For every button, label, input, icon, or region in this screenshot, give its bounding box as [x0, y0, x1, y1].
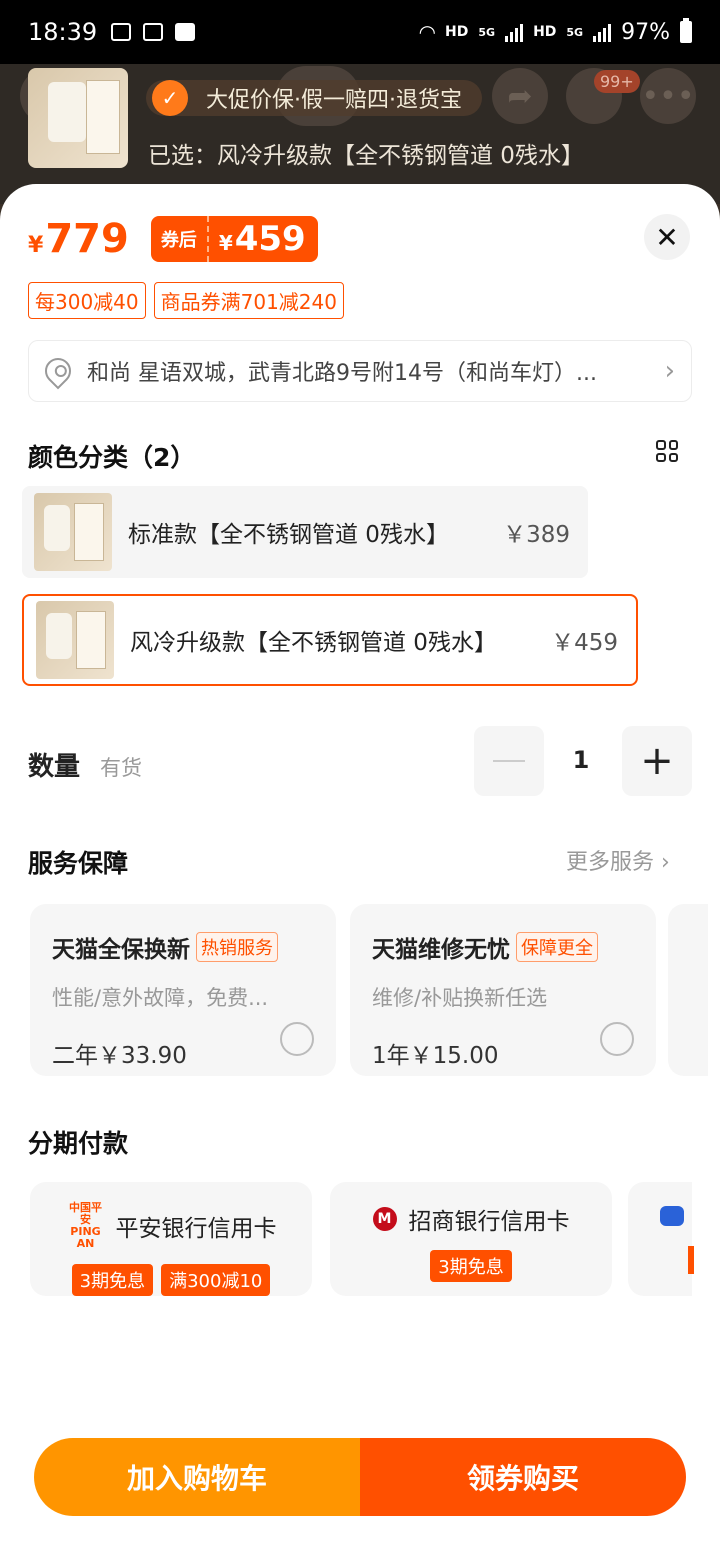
chevron-right-icon: ›: [661, 850, 670, 875]
installment-card-peek[interactable]: [628, 1182, 694, 1296]
promo-bar: ✓ 大促价保·假一赔四·退货宝: [146, 80, 482, 116]
minus-icon: [493, 760, 525, 762]
installment-tag: 3期免息: [430, 1250, 512, 1282]
check-icon: [175, 23, 196, 41]
bank-name: 招商银行信用卡: [408, 1209, 570, 1235]
signal-icon-2: [593, 22, 612, 42]
product-image-kettle: [48, 82, 86, 142]
service-radio[interactable]: [280, 1022, 314, 1056]
selected-product-thumbnail: [28, 68, 128, 168]
variant-option-cooling-upgrade[interactable]: 风冷升级款【全不锈钢管道 0残水】 ￥459: [22, 594, 638, 686]
quantity-label: 数量: [28, 752, 81, 782]
color-category-title: 颜色分类（2）: [28, 443, 196, 472]
service-tag: 保障更全: [516, 932, 598, 962]
service-card-peek[interactable]: [668, 904, 708, 1076]
after-coupon-price-value: 459: [234, 219, 306, 259]
after-coupon-label: 券后: [151, 216, 209, 262]
product-image-card: [86, 80, 120, 154]
more-button[interactable]: •••: [640, 68, 696, 124]
bottom-action-bar: 加入购物车 领券购买: [34, 1438, 686, 1516]
installment-tag-peek: [688, 1246, 694, 1274]
quantity-value: 1: [572, 746, 590, 774]
quantity-increase-button[interactable]: +: [622, 726, 692, 796]
coupon-tag: 商品券满701减240: [153, 282, 344, 319]
status-notification-icons: [111, 23, 196, 41]
service-title: 天猫维修无忧: [372, 937, 510, 963]
variant-label: 标准款【全不锈钢管道 0残水】: [128, 522, 449, 548]
coupon-tag: 每300减40: [28, 282, 146, 319]
after-coupon-price-tag: 券后 ¥ 459: [150, 216, 318, 262]
quantity-decrease-button[interactable]: [474, 726, 544, 796]
installment-card-cmb[interactable]: M 招商银行信用卡 3期免息: [330, 1182, 612, 1296]
share-button[interactable]: ➦: [492, 68, 548, 124]
buy-with-coupon-button[interactable]: 领券购买: [360, 1438, 686, 1516]
service-card-repair[interactable]: 天猫维修无忧 保障更全 维修/补贴换新任选 1年￥15.00: [350, 904, 656, 1076]
variant-label: 风冷升级款【全不锈钢管道 0残水】: [130, 630, 497, 656]
variant-option-standard[interactable]: 标准款【全不锈钢管道 0残水】 ￥389: [22, 486, 588, 578]
service-tag: 热销服务: [196, 932, 278, 962]
price-row: ¥ 779 券后 ¥ 459: [28, 216, 318, 262]
battery-icon: [680, 18, 692, 43]
service-price: 1年￥15.00: [372, 1043, 499, 1069]
close-button[interactable]: ✕: [644, 214, 690, 260]
status-bar: 18:39 ◠ HD 5G HD 5G 97%: [0, 0, 720, 64]
service-description: 性能/意外故障，免费...: [52, 986, 269, 1010]
close-icon: ✕: [655, 220, 679, 254]
more-services-label: 更多服务: [566, 850, 655, 875]
selected-variant-text: 已选：风冷升级款【全不锈钢管道 0残水】: [148, 143, 584, 169]
location-pin-icon: [39, 352, 77, 390]
shield-check-icon: ✓: [152, 80, 188, 116]
service-title: 服务保障: [28, 849, 129, 878]
currency-symbol: ¥: [218, 231, 233, 255]
grid-view-icon[interactable]: [656, 440, 678, 462]
gallery-icon: [111, 23, 132, 41]
original-price: ¥ 779: [28, 216, 129, 262]
original-price-value: 779: [45, 216, 129, 262]
installment-title: 分期付款: [28, 1129, 129, 1158]
vr-icon: [143, 23, 164, 41]
more-services-link[interactable]: 更多服务 ›: [566, 844, 670, 876]
delivery-address[interactable]: 和尚 星语双城，武青北路9号附14号（和尚车灯）... ›: [28, 340, 692, 402]
installment-tag: 3期免息: [71, 1264, 154, 1297]
cmb-logo-icon: M: [372, 1207, 397, 1231]
service-description: 维修/补贴换新任选: [372, 986, 548, 1010]
network-label-2: 5G: [478, 25, 496, 39]
variant-price: ￥459: [551, 630, 618, 656]
installment-tag: 满300减10: [161, 1264, 271, 1297]
network-label-1: HD: [445, 24, 469, 40]
installment-logo-icon: [660, 1206, 684, 1226]
currency-symbol: ¥: [28, 233, 44, 258]
installment-card-pingan[interactable]: 中国平安 PING AN 平安银行信用卡 3期免息 满300减10: [30, 1182, 312, 1297]
signal-icon: [505, 22, 524, 42]
service-price: 二年￥33.90: [52, 1043, 187, 1069]
plus-icon: +: [640, 738, 674, 784]
service-card-full-protection[interactable]: 天猫全保换新 热销服务 性能/意外故障，免费... 二年￥33.90: [30, 904, 336, 1076]
pingan-logo-icon: 中国平安 PING AN: [69, 1201, 102, 1251]
network-label-3: HD: [533, 24, 557, 40]
add-to-cart-button[interactable]: 加入购物车: [34, 1438, 360, 1516]
sku-selector-sheet: ¥ 779 券后 ¥ 459 ✕ 每300减40 商品券满701减240 和尚 …: [0, 184, 720, 1544]
stock-status: 有货: [100, 756, 142, 780]
status-time: 18:39: [28, 18, 98, 46]
battery-percent: 97%: [621, 19, 670, 45]
network-label-4: 5G: [566, 25, 584, 39]
wifi-icon: ◠: [419, 20, 436, 44]
after-coupon-price: ¥ 459: [209, 219, 318, 259]
cart-count-badge: 99+: [594, 70, 640, 93]
promo-text: 大促价保·假一赔四·退货宝: [206, 88, 462, 113]
address-text: 和尚 星语双城，武青北路9号附14号（和尚车灯）...: [87, 361, 597, 386]
service-radio[interactable]: [600, 1022, 634, 1056]
chevron-right-icon: ›: [664, 356, 675, 386]
variant-price: ￥389: [503, 522, 570, 548]
coupon-tags: 每300减40 商品券满701减240: [28, 282, 344, 319]
service-title: 天猫全保换新: [52, 937, 190, 963]
bank-name: 平安银行信用卡: [115, 1216, 277, 1243]
variant-thumbnail: [36, 601, 114, 679]
variant-thumbnail: [34, 493, 112, 571]
status-right: ◠ HD 5G HD 5G 97%: [419, 18, 692, 45]
